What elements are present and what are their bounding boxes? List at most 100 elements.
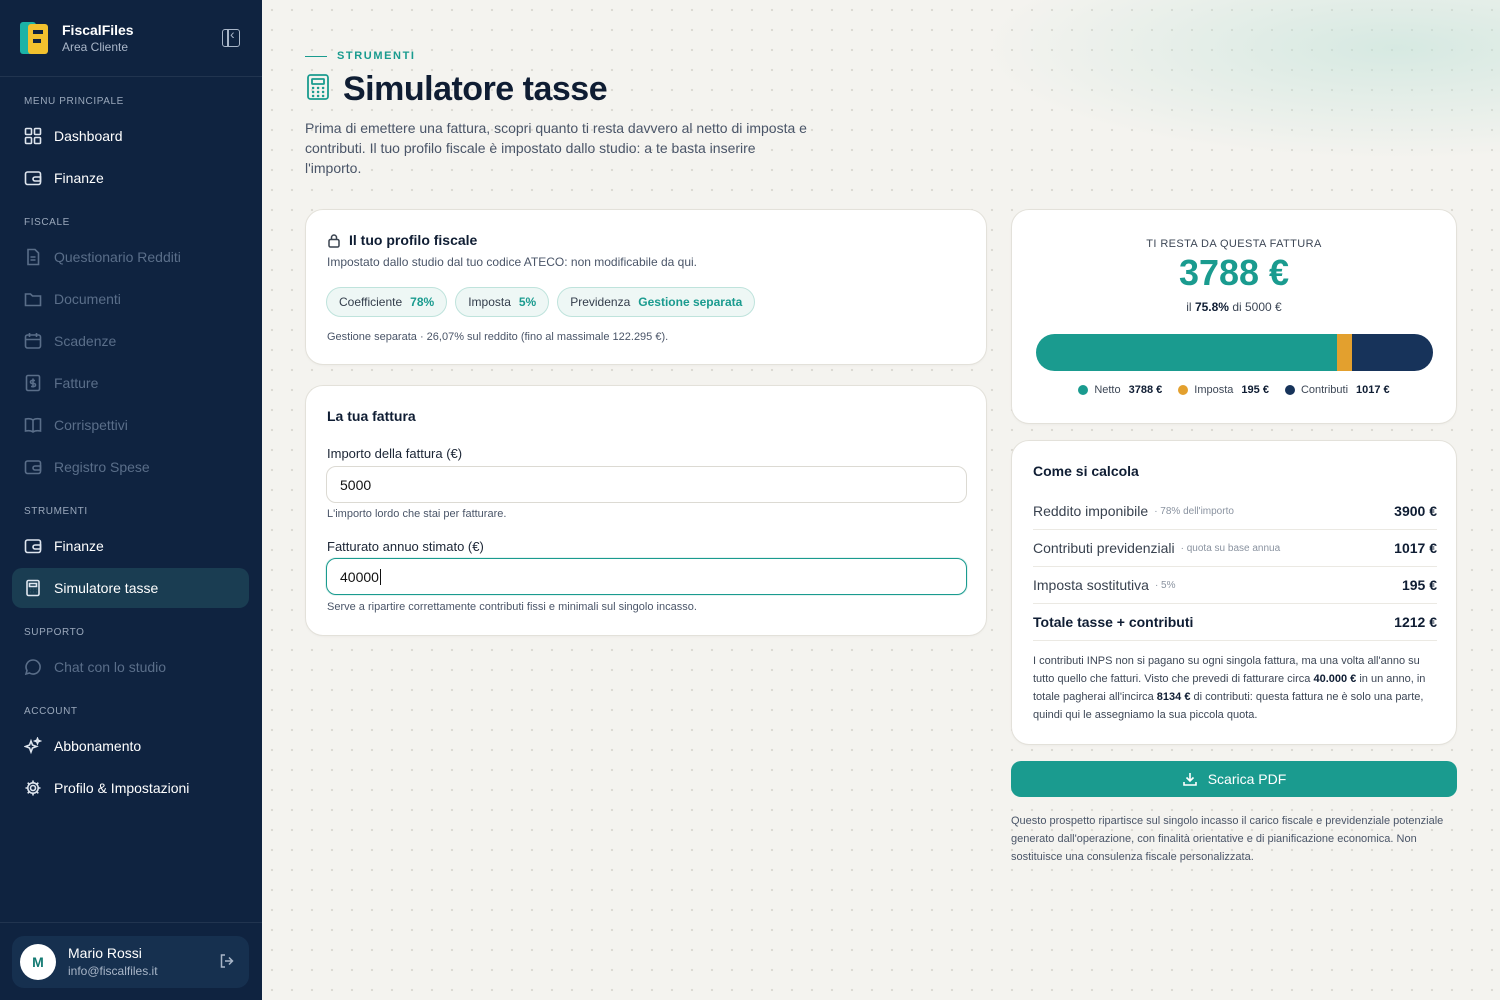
calculation-card: Come si calcola Reddito imponibile · 78%… <box>1011 440 1457 745</box>
sidebar-item-finanze[interactable]: Finanze <box>12 158 249 198</box>
dashboard-grid-icon <box>24 127 42 145</box>
sidebar-item-registro-spese: Registro Spese <box>12 447 249 487</box>
bar-segment-imposta <box>1336 334 1353 371</box>
sidebar-item-finanze-tools[interactable]: Finanze <box>12 526 249 566</box>
calc-row-contributi: Contributi previdenziali · quota su base… <box>1033 530 1437 567</box>
pill-value: 78% <box>410 295 435 309</box>
pill-previdenza: Previdenza Gestione separata <box>557 287 756 317</box>
calendar-icon <box>24 332 42 350</box>
fiscal-profile-note: Gestione separata · 26,07% sul reddito (… <box>327 331 669 343</box>
pill-label: Imposta <box>468 295 511 309</box>
calc-row-note: · 78% dell'importo <box>1154 505 1234 517</box>
annual-revenue-input[interactable]: 40000 <box>326 558 967 595</box>
wallet-icon <box>24 537 42 555</box>
sidebar-divider <box>0 922 262 923</box>
calculator-icon <box>305 73 331 106</box>
sidebar-item-chat: Chat con lo studio <box>12 647 249 687</box>
annual-revenue-input-value: 40000 <box>340 568 379 585</box>
legend-dot <box>1178 385 1189 395</box>
legend-item-imposta: Imposta 195 € <box>1178 384 1269 396</box>
annual-revenue-label: Fatturato annuo stimato (€) <box>327 539 484 554</box>
book-icon <box>24 416 42 434</box>
page-title: Simulatore tasse <box>343 70 608 108</box>
annual-revenue-help: Serve a ripartire correttamente contribu… <box>327 601 697 613</box>
explanation-bold: 40.000 € <box>1313 673 1357 685</box>
share-suffix: di 5000 € <box>1232 300 1282 314</box>
sidebar-item-label: Documenti <box>54 291 121 307</box>
sidebar-item-profilo-impostazioni[interactable]: Profilo & Impostazioni <box>12 768 249 808</box>
legend-item-contributi: Contributi 1017 € <box>1284 384 1390 396</box>
text-caret <box>379 568 381 585</box>
avatar: M <box>20 944 56 980</box>
sidebar-item-documenti: Documenti <box>12 279 249 319</box>
fiscal-profile-title-text: Il tuo profilo fiscale <box>349 232 478 248</box>
brand-name: FiscalFiles <box>62 22 134 38</box>
bar-segment-contributi <box>1352 334 1433 371</box>
fiscal-profile-subtitle: Impostato dallo studio dal tuo codice AT… <box>327 255 697 269</box>
sidebar-item-questionario-redditi: Questionario Redditi <box>12 237 249 277</box>
calc-row-reddito: Reddito imponibile · 78% dell'importo 39… <box>1033 493 1437 530</box>
sidebar-item-label: Finanze <box>54 170 104 186</box>
sidebar-item-label: Questionario Redditi <box>54 249 181 265</box>
calc-row-value: 195 € <box>1401 577 1437 593</box>
net-result-value: 3788 € <box>1178 252 1290 293</box>
sidebar-item-label: Dashboard <box>54 128 123 144</box>
calc-row-label: Reddito imponibile <box>1033 503 1149 519</box>
user-account-box[interactable]: M Mario Rossi info@fiscalfiles.it <box>12 936 249 988</box>
sidebar-item-label: Profilo & Impostazioni <box>54 780 190 796</box>
disclaimer-text: Questo prospetto ripartisce sul singolo … <box>1011 815 1444 863</box>
sidebar-item-label: Corrispettivi <box>54 417 128 433</box>
page-eyebrow: STRUMENTI <box>305 50 416 62</box>
calc-row-label: Imposta sostitutiva <box>1033 577 1149 593</box>
calc-row-note: · quota su base annua <box>1180 542 1281 554</box>
page-title-row: Simulatore tasse <box>305 70 608 109</box>
bar-segment-netto <box>1036 334 1337 371</box>
fiscalfiles-logo <box>20 22 48 54</box>
amount-label: Importo della fattura (€) <box>327 446 463 461</box>
pill-value: Gestione separata <box>638 295 743 309</box>
wallet-icon <box>24 169 42 187</box>
fiscal-profile-title: Il tuo profilo fiscale <box>327 232 477 248</box>
pill-imposta: Imposta 5% <box>455 287 550 317</box>
fiscal-profile-pills: Coefficiente 78% Imposta 5% Previdenza Gest… <box>326 287 756 317</box>
user-name: Mario Rossi <box>68 945 142 961</box>
wallet-icon <box>24 458 42 476</box>
folder-icon <box>24 290 42 308</box>
calculation-title: Come si calcola <box>1033 463 1139 479</box>
calc-row-label: Totale tasse + contributi <box>1033 614 1194 630</box>
calc-row-label: Contributi previdenziali <box>1033 540 1175 556</box>
net-result-label: TI RESTA DA QUESTA FATTURA <box>1146 238 1322 250</box>
pill-label: Coefficiente <box>339 295 403 309</box>
amount-help: L'importo lordo che stai per fatturare. <box>327 508 507 520</box>
sidebar-item-abbonamento[interactable]: Abbonamento <box>12 726 249 766</box>
legend-item-netto: Netto 3788 € <box>1078 384 1162 396</box>
sidebar-item-label: Finanze <box>54 538 104 554</box>
sidebar-item-label: Simulatore tasse <box>54 580 159 596</box>
fiscal-profile-card: Il tuo profilo fiscale Impostato dallo s… <box>305 209 987 365</box>
pill-coefficiente: Coefficiente 78% <box>326 287 448 317</box>
main-content: STRUMENTI Simulatore tasse Prima di emet… <box>262 0 1500 1000</box>
gear-icon <box>24 779 42 797</box>
breakdown-legend: Netto 3788 € Imposta 195 € Contributi 1017 … <box>1012 384 1456 396</box>
legend-value: 1017 € <box>1356 384 1390 396</box>
share-percent: 75.8% <box>1194 300 1229 314</box>
download-pdf-label: Scarica PDF <box>1207 771 1287 787</box>
sidebar-item-dashboard[interactable]: Dashboard <box>12 116 249 156</box>
collapse-sidebar-icon[interactable] <box>222 26 240 47</box>
logout-icon[interactable] <box>219 953 235 974</box>
calc-row-note: · 5% <box>1154 579 1176 591</box>
net-result-card: TI RESTA DA QUESTA FATTURA 3788 € il 75.… <box>1011 209 1457 424</box>
download-pdf-button[interactable]: Scarica PDF <box>1011 761 1457 797</box>
amount-input[interactable]: 5000 <box>326 466 967 503</box>
calc-row-totale: Totale tasse + contributi 1212 € <box>1033 604 1437 641</box>
sidebar-item-simulatore-tasse[interactable]: Simulatore tasse <box>12 568 249 608</box>
sparkles-icon <box>24 737 42 755</box>
chat-icon <box>24 658 42 676</box>
user-email: info@fiscalfiles.it <box>68 964 158 978</box>
brand-subtitle: Area Cliente <box>62 40 129 54</box>
section-main: MENU PRINCIPALE <box>24 96 124 107</box>
invoice-card: La tua fattura Importo della fattura (€)… <box>305 385 987 636</box>
legend-label: Imposta <box>1194 384 1234 396</box>
amount-input-value: 5000 <box>340 476 372 493</box>
section-fiscal: FISCALE <box>24 217 70 228</box>
